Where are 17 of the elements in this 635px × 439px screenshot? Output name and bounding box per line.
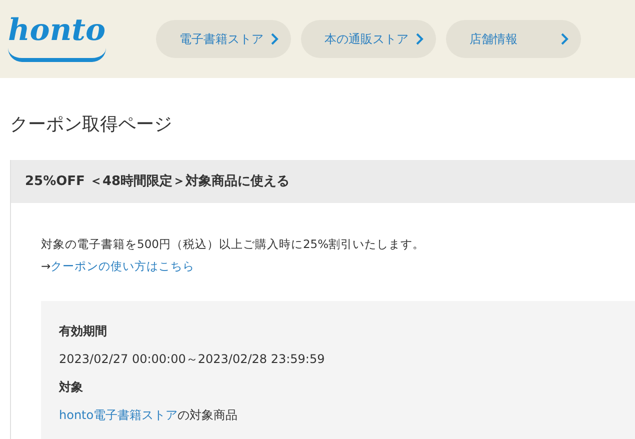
chevron-icon (560, 33, 568, 45)
nav-button[interactable]: 店舗情報 (446, 20, 580, 58)
chevron-icon (416, 33, 424, 45)
detail-label: 有効期間 (59, 323, 108, 340)
coupon-usage-link[interactable]: クーポンの使い方はこちら (50, 259, 195, 273)
page-title: クーポン取得ページ (10, 113, 173, 137)
detail-value: 2023/02/27 00:00:00～2023/02/28 23:59:59 (59, 351, 326, 368)
arrow-text: → (41, 259, 51, 273)
logo[interactable]: honto (8, 16, 106, 62)
chevron-icon (270, 33, 278, 45)
detail-value: honto電子書籍ストアの対象商品 (59, 407, 239, 424)
nav-button[interactable]: 電子書籍ストア (156, 20, 290, 58)
nav-button[interactable]: 本の通販ストア (300, 20, 436, 58)
coupon-description: 対象の電子書籍を500円（税込）以上ご購入時に25%割引いたします。 (41, 236, 426, 253)
store-link[interactable]: honto電子書籍ストア (59, 408, 178, 422)
detail-label: 対象 (59, 379, 84, 396)
coupon-title: 25%OFF ＜48時間限定＞対象商品に使える (11, 160, 635, 203)
